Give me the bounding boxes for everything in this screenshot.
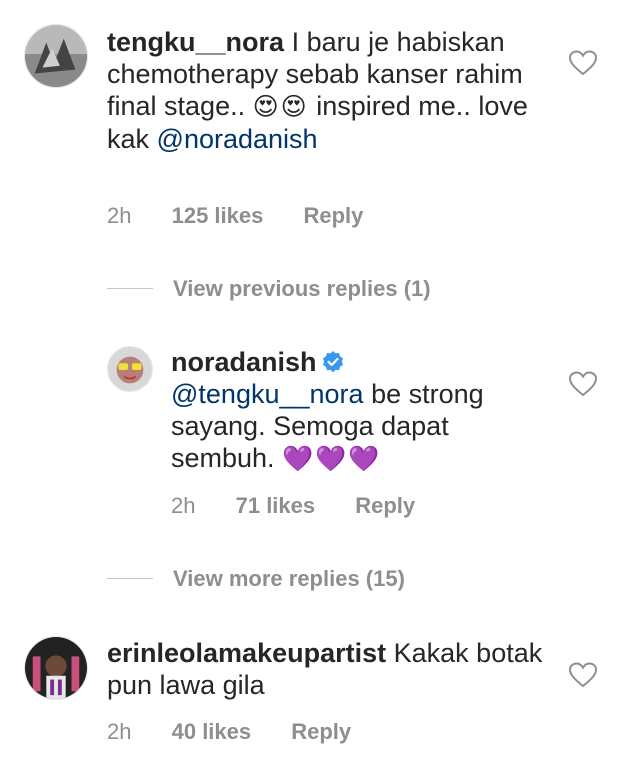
reply-likes[interactable]: 71 likes (236, 493, 316, 518)
avatar-image (108, 347, 152, 391)
comment-likes[interactable]: 40 likes (172, 719, 252, 744)
heart-outline-icon[interactable] (569, 371, 597, 397)
mention-link[interactable]: @noradanish (157, 124, 318, 154)
comment-username[interactable]: tengku__nora (107, 27, 284, 57)
reply-button[interactable]: Reply (355, 493, 415, 518)
reply-username[interactable]: noradanish (171, 347, 317, 377)
comment-body: tengku__nora I baru je habiskan chemothe… (107, 26, 557, 155)
reply-button[interactable]: Reply (291, 719, 351, 744)
mention-link[interactable]: @tengku__nora (171, 379, 364, 409)
reply-time: 2h (171, 493, 196, 518)
comment-time: 2h (107, 719, 132, 744)
reply-button[interactable]: Reply (303, 203, 363, 228)
comment-username[interactable]: erinleolamakeupartist (107, 638, 386, 668)
avatar-noradanish[interactable] (107, 346, 153, 392)
comment-meta: 2h 40 likes Reply (107, 717, 385, 747)
comment-likes[interactable]: 125 likes (172, 203, 264, 228)
avatar-tengku-nora[interactable] (24, 24, 88, 88)
view-more-replies-label: View more replies (15) (173, 566, 405, 591)
avatar-image (25, 637, 87, 699)
divider-line (107, 287, 153, 289)
heart-outline-icon[interactable] (569, 662, 597, 688)
avatar-erinleolamakeupartist[interactable] (24, 636, 88, 700)
view-previous-replies-button[interactable]: View previous replies (1) (107, 274, 431, 304)
purple-heart-emoji: 💜💜💜 (282, 445, 382, 473)
verified-badge-icon (322, 351, 343, 373)
heart-eyes-emoji: 😍😍 (252, 93, 309, 121)
reply-meta: 2h 71 likes Reply (171, 491, 449, 521)
reply-body: noradanish @tengku__nora be strong sayan… (171, 346, 521, 475)
view-previous-replies-label: View previous replies (1) (173, 276, 431, 301)
comment-body: erinleolamakeupartist Kakak botak pun la… (107, 637, 557, 701)
comment-meta: 2h 125 likes Reply (107, 201, 397, 231)
avatar-image (25, 25, 87, 87)
heart-outline-icon[interactable] (569, 50, 597, 76)
divider-line (107, 577, 153, 579)
view-more-replies-button[interactable]: View more replies (15) (107, 564, 405, 594)
comment-time: 2h (107, 203, 132, 228)
